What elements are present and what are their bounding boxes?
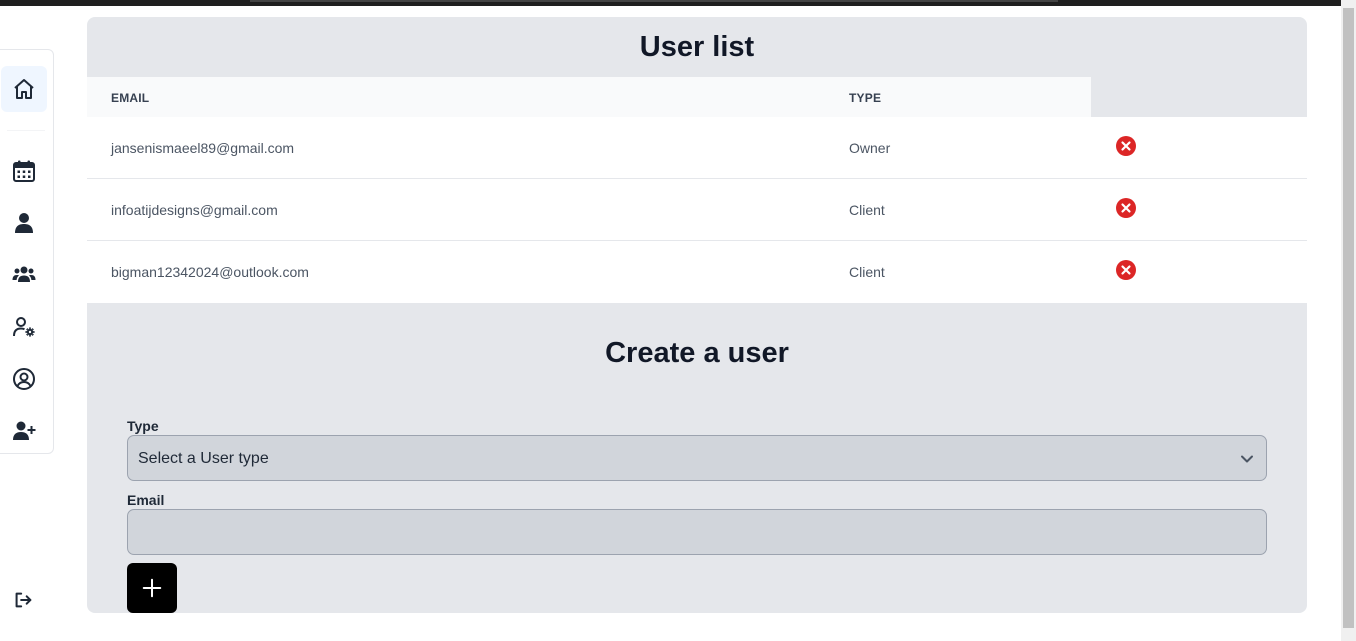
user-email: jansenismaeel89@gmail.com (111, 140, 295, 156)
delete-user-icon[interactable] (1115, 259, 1137, 281)
column-header-type: TYPE (849, 91, 882, 105)
plus-icon (142, 578, 162, 598)
calendar-icon (13, 160, 35, 182)
user-settings-icon (13, 317, 35, 337)
user-table-body: jansenismaeel89@gmail.com Owner infoatij… (87, 117, 1307, 303)
user-plus-icon (13, 421, 36, 440)
user-type: Client (849, 202, 885, 218)
sidebar-item-user-settings[interactable] (1, 304, 47, 350)
sidebar-item-calendar[interactable] (1, 148, 47, 194)
chevron-down-icon (1241, 455, 1253, 463)
logout-button[interactable] (0, 578, 46, 622)
delete-user-icon[interactable] (1115, 135, 1137, 157)
user-type: Client (849, 264, 885, 280)
table-header: EMAIL TYPE (87, 77, 1091, 117)
column-header-email: EMAIL (111, 91, 150, 105)
page-scrollbar[interactable] (1341, 0, 1356, 641)
sidebar-item-user[interactable] (1, 200, 47, 246)
user-list-title: User list (639, 31, 755, 63)
user-circle-icon (13, 368, 35, 390)
user-type: Owner (849, 140, 891, 156)
table-row: infoatijdesigns@gmail.com Client (87, 179, 1307, 241)
table-row: jansenismaeel89@gmail.com Owner (87, 117, 1307, 179)
user-email: bigman12342024@outlook.com (111, 264, 309, 280)
scrollbar-thumb[interactable] (1343, 8, 1354, 628)
sidebar-item-home[interactable] (1, 66, 47, 112)
email-label: Email (127, 492, 165, 508)
sidebar-item-users[interactable] (1, 251, 47, 297)
sidebar (0, 49, 54, 454)
sidebar-item-profile[interactable] (1, 356, 47, 402)
add-user-button[interactable] (127, 563, 177, 613)
delete-user-icon[interactable] (1115, 197, 1137, 219)
user-type-select[interactable]: Select a User type (127, 435, 1267, 481)
user-icon (15, 213, 33, 233)
table-row: bigman12342024@outlook.com Client (87, 241, 1307, 303)
logout-icon (15, 592, 32, 608)
home-icon (14, 79, 34, 99)
type-label: Type (127, 418, 159, 434)
user-type-selected: Select a User type (138, 450, 269, 467)
user-email: infoatijdesigns@gmail.com (111, 202, 278, 218)
top-bar-strip (250, 0, 1058, 2)
main-panel: User list EMAIL TYPE jansenismaeel89@gma… (87, 17, 1307, 613)
create-user-title: Create a user (605, 337, 789, 369)
browser-top-bar (0, 0, 1341, 6)
users-group-icon (12, 266, 36, 282)
sidebar-item-add-user[interactable] (1, 408, 47, 454)
email-field[interactable] (127, 509, 1267, 555)
sidebar-divider (7, 130, 45, 131)
